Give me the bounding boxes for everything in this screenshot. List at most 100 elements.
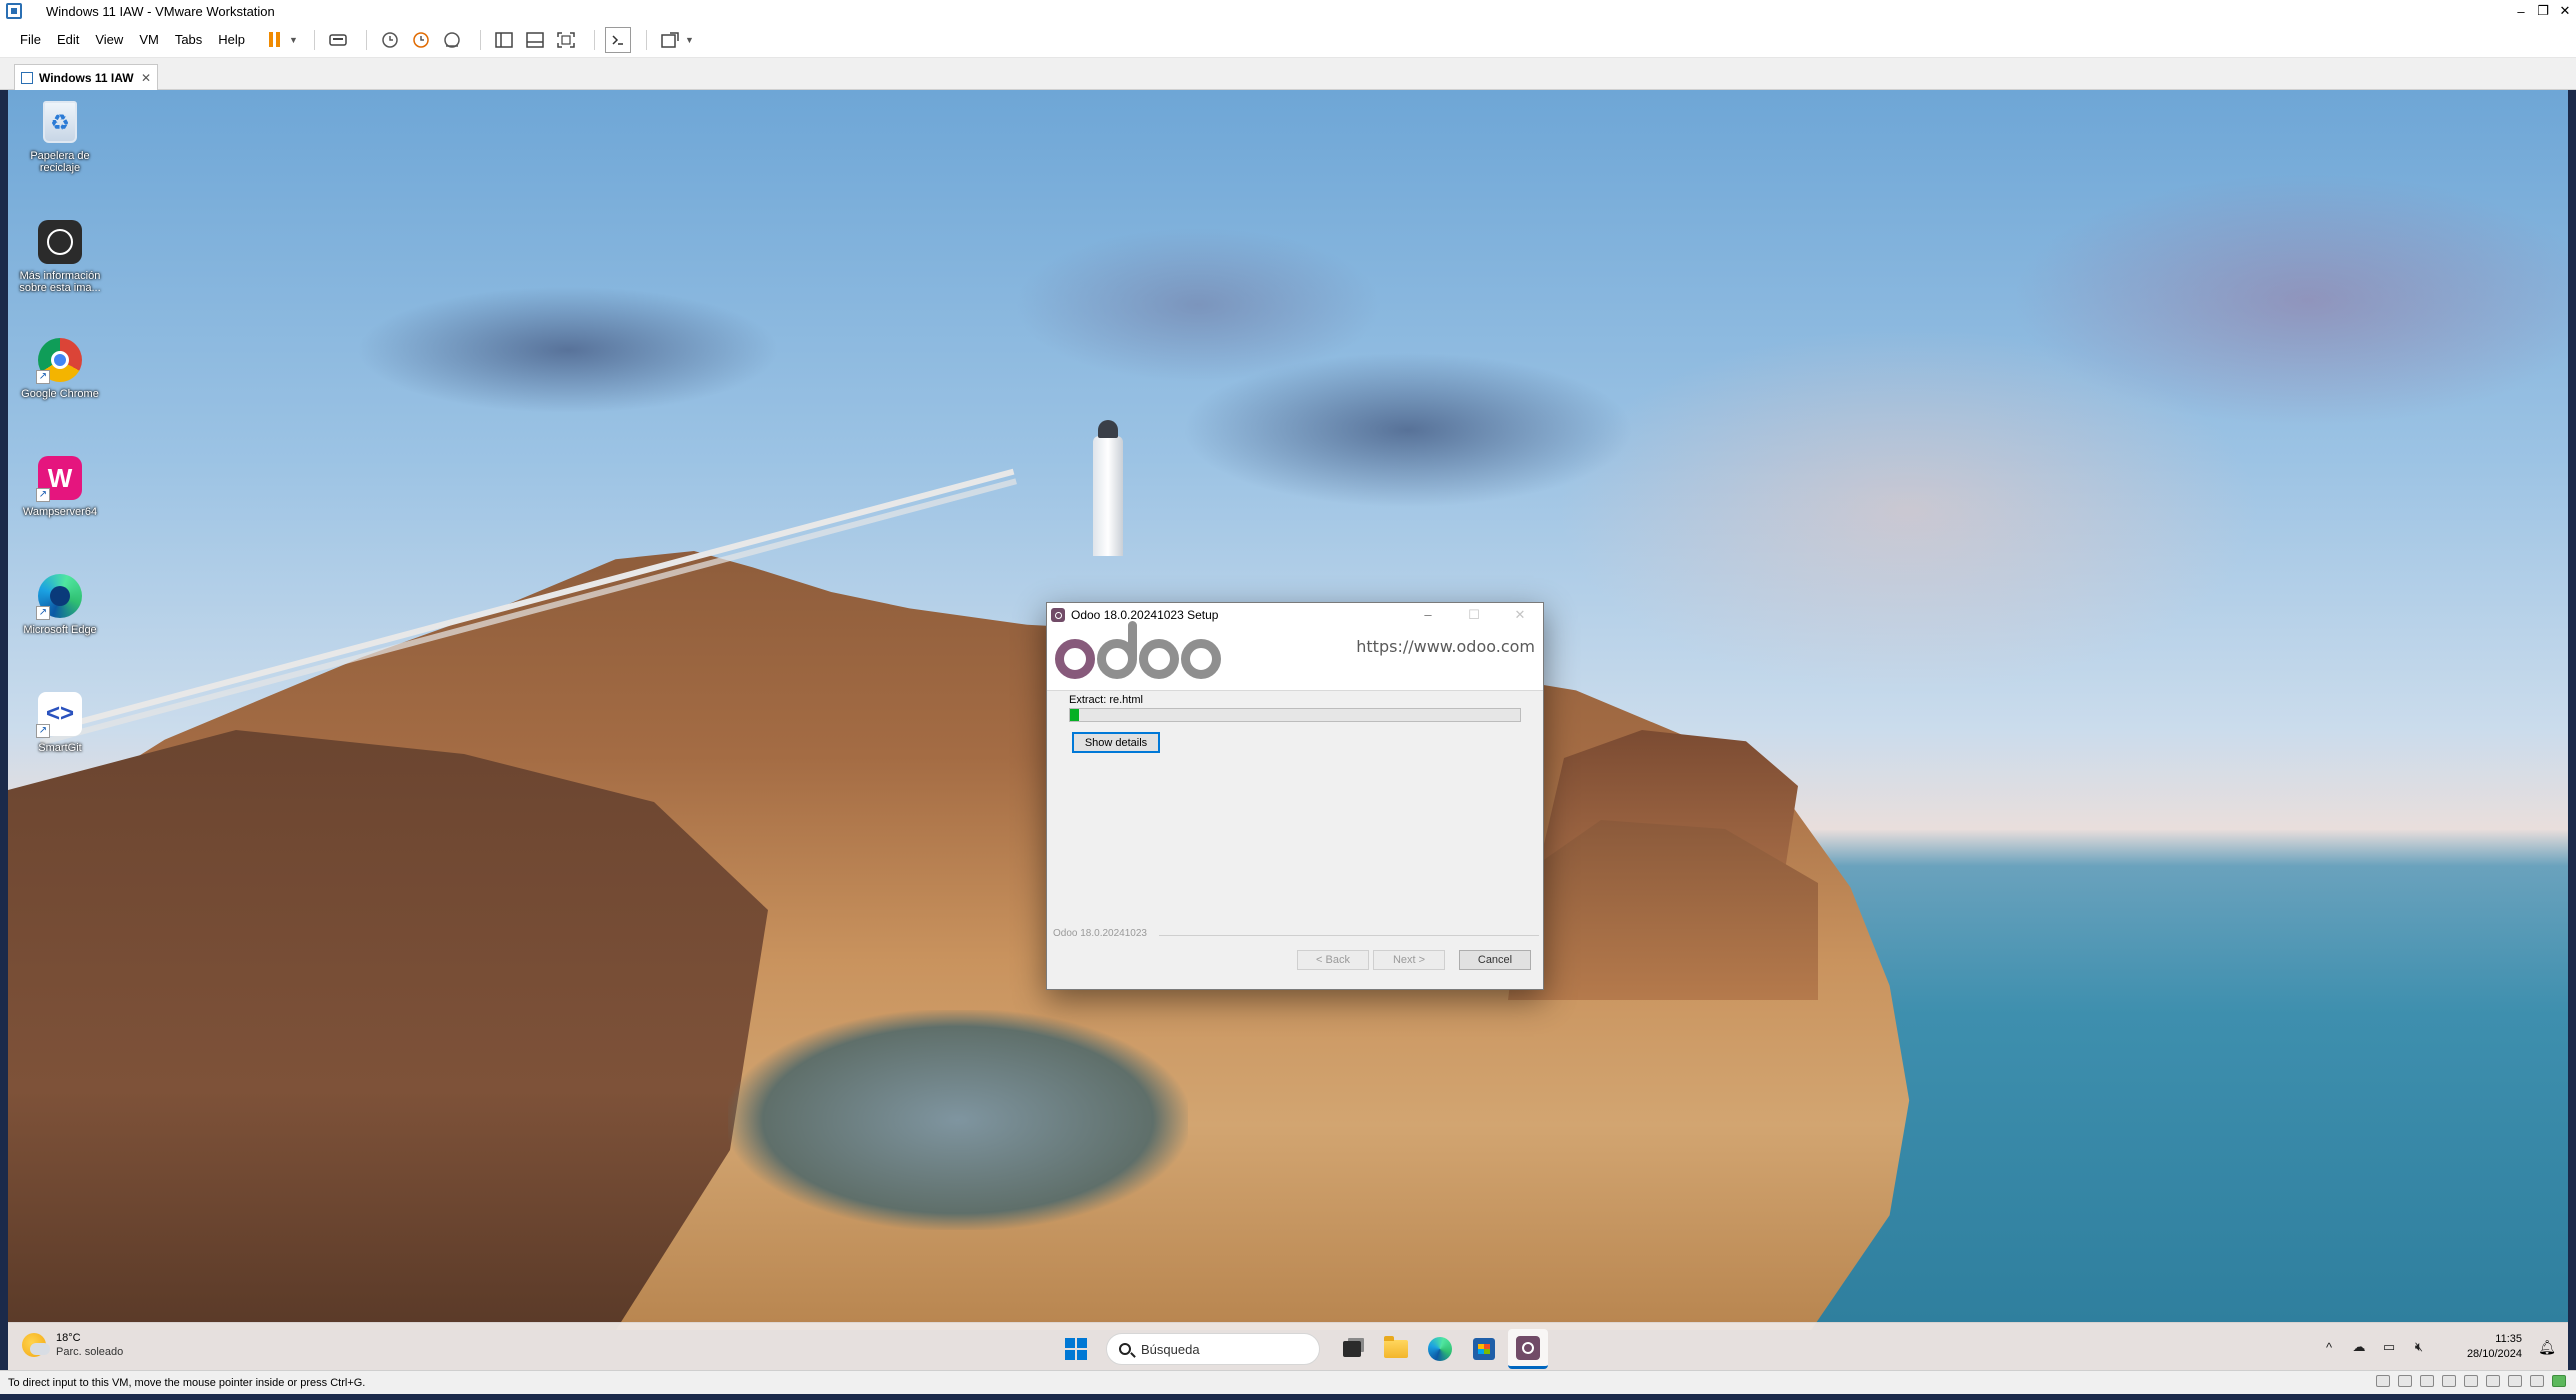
menu-help[interactable]: Help <box>218 32 245 47</box>
menu-edit[interactable]: Edit <box>57 32 79 47</box>
wallpaper-lighthouse <box>1093 420 1123 556</box>
library-view-button[interactable] <box>491 27 517 53</box>
odoo-url: https://www.odoo.com <box>1356 637 1535 656</box>
edge-icon: ↗ <box>36 572 84 620</box>
usb-icon[interactable] <box>2442 1375 2456 1387</box>
desktop-icon-label: Papelera de reciclaje <box>30 150 90 174</box>
message-log-icon[interactable] <box>2530 1375 2544 1387</box>
desktop-icon-label: Wampserver64 <box>22 506 98 518</box>
host-tabbar: Windows 11 IAW ✕ <box>0 58 2576 90</box>
tab-windows-11-iaw[interactable]: Windows 11 IAW ✕ <box>14 64 158 90</box>
setup-close-button: ✕ <box>1514 607 1526 622</box>
system-tray: ^ ☁ ▭ 🔇︎ 11:35 28/10/2024 🔔︎ <box>2314 1323 2568 1370</box>
bottom-panel-icon <box>526 31 544 48</box>
show-details-button[interactable]: Show details <box>1072 732 1160 753</box>
printer-icon[interactable] <box>2486 1375 2500 1387</box>
desktop-icon-label: Más información sobre esta ima... <box>19 270 101 294</box>
cancel-button[interactable]: Cancel <box>1459 950 1531 970</box>
tab-close-icon[interactable]: ✕ <box>141 71 151 85</box>
weather-temp: 18°C <box>56 1332 81 1344</box>
sound-card-icon[interactable] <box>2464 1375 2478 1387</box>
host-menubar: File Edit View VM Tabs Help ▼ ▼ <box>0 22 2576 58</box>
desktop-icon-more-info[interactable]: Más información sobre esta ima... <box>12 218 108 294</box>
terminal-icon <box>612 34 623 45</box>
search-placeholder: Búsqueda <box>1141 1341 1200 1357</box>
snapshot-button[interactable] <box>377 27 403 53</box>
store-taskbar-button[interactable] <box>1464 1329 1504 1369</box>
odoo-setup-dialog: Odoo 18.0.20241023 Setup – ☐ ✕ https://w… <box>1046 602 1544 990</box>
setup-branding-text: Odoo 18.0.20241023 <box>1053 928 1147 939</box>
keyboard-icon <box>329 33 347 46</box>
cd-drive-icon[interactable] <box>2398 1375 2412 1387</box>
desktop-icon-label: Google Chrome <box>21 388 99 400</box>
setup-minimize-button[interactable]: – <box>1405 607 1451 623</box>
next-button: Next > <box>1373 950 1445 970</box>
clock-date: 28/10/2024 <box>2466 1348 2522 1360</box>
full-screen-button[interactable] <box>553 27 579 53</box>
menu-tabs[interactable]: Tabs <box>175 32 202 47</box>
edge-taskbar-button[interactable] <box>1420 1329 1460 1369</box>
shortcut-arrow-icon: ↗ <box>36 606 50 620</box>
chrome-icon: ↗ <box>36 336 84 384</box>
install-progress-bar <box>1069 708 1521 722</box>
folder-icon <box>1384 1336 1408 1358</box>
toolbar-separator <box>645 29 647 50</box>
hard-disk-icon[interactable] <box>2376 1375 2390 1387</box>
host-window-controls: – ❐ ✕ <box>2510 0 2576 22</box>
volume-muted-icon[interactable]: 🔇︎ <box>2404 1339 2434 1355</box>
menu-file[interactable]: File <box>20 32 41 47</box>
revert-snapshot-button[interactable] <box>408 27 434 53</box>
start-button[interactable] <box>1058 1331 1094 1367</box>
setup-title: Odoo 18.0.20241023 Setup <box>1071 608 1219 622</box>
restore-button[interactable]: ❐ <box>2532 0 2554 22</box>
snapshot-manager-button[interactable] <box>439 27 465 53</box>
recycle-bin-icon: ♻ <box>36 98 84 146</box>
setup-header: https://www.odoo.com <box>1047 621 1543 691</box>
vm-console[interactable]: ♻ Papelera de reciclaje Más información … <box>8 90 2568 1370</box>
minimize-button[interactable]: – <box>2510 0 2532 22</box>
file-explorer-button[interactable] <box>1376 1329 1416 1369</box>
network-icon[interactable]: ▭ <box>2374 1339 2404 1355</box>
task-view-button[interactable] <box>1332 1329 1372 1369</box>
desktop-icon-recycle-bin[interactable]: ♻ Papelera de reciclaje <box>12 98 108 174</box>
setup-titlebar[interactable]: Odoo 18.0.20241023 Setup – ☐ ✕ <box>1047 603 1543 627</box>
host-titlebar: Windows 11 IAW - VMware Workstation – ❐ … <box>0 0 2576 22</box>
screen-bottom-edge <box>0 1394 2576 1400</box>
clock-time: 11:35 <box>2495 1333 2522 1345</box>
send-ctrl-alt-del-button[interactable] <box>325 27 351 53</box>
power-dropdown-icon[interactable]: ▼ <box>289 35 298 45</box>
wallpaper-tide-pool <box>728 1010 1188 1230</box>
revert-clock-icon <box>413 31 429 48</box>
shortcut-arrow-icon: ↗ <box>36 724 50 738</box>
info-icon <box>36 218 84 266</box>
taskbar-search[interactable]: Búsqueda <box>1106 1333 1320 1365</box>
suspend-button[interactable] <box>261 27 287 53</box>
stretch-dropdown-icon[interactable]: ▼ <box>685 35 694 45</box>
footer-divider <box>1159 935 1539 936</box>
stretch-guest-button[interactable] <box>657 27 683 53</box>
desktop-icon-wampserver[interactable]: W ↗ Wampserver64 <box>12 454 108 518</box>
menu-vm[interactable]: VM <box>139 32 159 47</box>
vm-status-icon[interactable] <box>2552 1375 2566 1387</box>
desktop-icon-edge[interactable]: ↗ Microsoft Edge <box>12 572 108 636</box>
display-icon[interactable] <box>2508 1375 2522 1387</box>
menu-view[interactable]: View <box>95 32 123 47</box>
chevron-up-icon[interactable]: ^ <box>2314 1340 2344 1355</box>
vmware-app-icon <box>6 3 22 19</box>
thumbnail-view-button[interactable] <box>522 27 548 53</box>
desktop-icon-smartgit[interactable]: <> ↗ SmartGit <box>12 690 108 754</box>
host-status-bar: To direct input to this VM, move the mou… <box>0 1370 2576 1394</box>
stretch-icon <box>661 31 679 48</box>
onedrive-icon[interactable]: ☁ <box>2344 1339 2374 1355</box>
close-button[interactable]: ✕ <box>2554 0 2576 22</box>
odoo-setup-taskbar-button[interactable] <box>1508 1329 1548 1369</box>
weather-widget[interactable]: 18°C Parc. soleado <box>22 1331 123 1359</box>
desktop-icon-chrome[interactable]: ↗ Google Chrome <box>12 336 108 400</box>
network-adapter-icon[interactable] <box>2420 1375 2434 1387</box>
console-view-button[interactable] <box>604 26 631 53</box>
back-button: < Back <box>1297 950 1369 970</box>
wallpaper-cliff-shadow <box>8 730 768 1330</box>
toolbar-separator <box>593 29 595 50</box>
taskbar-clock[interactable]: 11:35 28/10/2024 <box>2434 1332 2522 1362</box>
notification-bell-icon[interactable]: 🔔︎ <box>2532 1339 2562 1356</box>
